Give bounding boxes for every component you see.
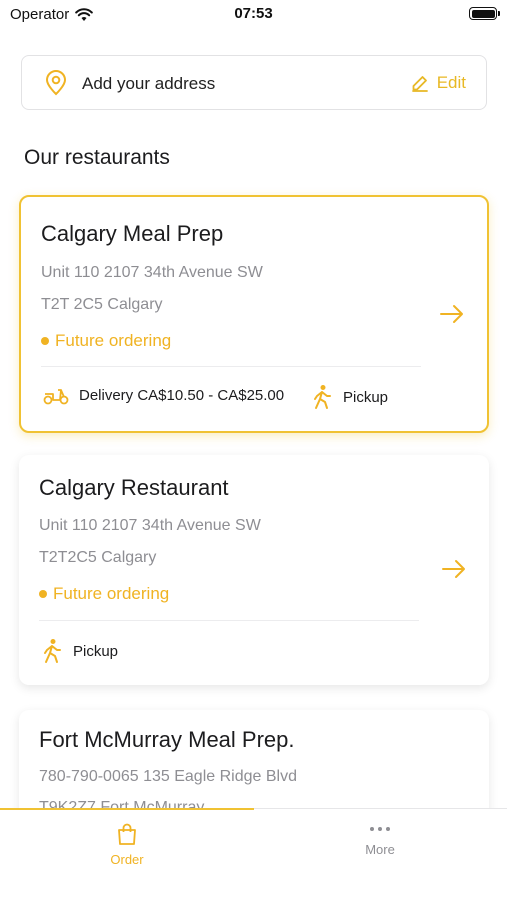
restaurant-card[interactable]: Calgary Restaurant Unit 110 2107 34th Av… [19, 455, 489, 685]
restaurant-address-line1: 780-790-0065 135 Eagle Ridge Blvd [39, 768, 297, 785]
address-placeholder: Add your address [82, 74, 216, 93]
future-ordering-status: Future ordering [39, 584, 169, 604]
restaurant-address-line2: T2T 2C5 Calgary [41, 296, 163, 313]
pencil-icon [411, 76, 428, 92]
pickup-label: Pickup [73, 642, 119, 660]
restaurant-card[interactable]: Calgary Meal Prep Unit 110 2107 34th Ave… [19, 195, 489, 433]
tab-order[interactable]: Order [0, 822, 254, 867]
tab-order-label: Order [110, 852, 144, 867]
restaurant-name: Calgary Restaurant [39, 475, 229, 500]
restaurant-name: Calgary Meal Prep [41, 221, 224, 246]
edit-label: Edit [436, 73, 466, 92]
scooter-icon [43, 389, 69, 405]
delivery-option: Delivery CA$10.50 - CA$25.00 [43, 384, 284, 406]
battery-icon [469, 7, 500, 20]
restaurant-address-line2: T2T2C5 Calgary [39, 549, 157, 566]
walking-person-icon [44, 639, 61, 663]
restaurant-address-line1: Unit 110 2107 34th Avenue SW [39, 517, 261, 534]
status-dot [39, 590, 47, 598]
tab-more-label: More [365, 842, 395, 857]
status-label: Future ordering [55, 331, 172, 350]
pickup-label: Pickup [343, 388, 389, 406]
tab-indicator [0, 808, 254, 810]
edit-address-button[interactable]: Edit [411, 73, 466, 93]
arrow-right-icon[interactable] [439, 304, 465, 324]
future-ordering-status: Future ordering [41, 331, 171, 351]
restaurant-address-line1: Unit 110 2107 34th Avenue SW [41, 264, 263, 281]
location-pin-icon [45, 70, 67, 96]
status-bar: Operator 07:53 [0, 0, 507, 30]
pickup-option: Pickup [41, 638, 118, 664]
delivery-label: Delivery CA$10.50 - CA$25.00 [79, 386, 285, 404]
arrow-right-icon[interactable] [441, 559, 467, 579]
shopping-bag-icon [118, 823, 136, 845]
more-dots-icon [370, 827, 390, 831]
tab-more[interactable]: More [253, 822, 507, 857]
divider [41, 366, 421, 367]
walking-person-icon [314, 385, 331, 409]
status-label: Future ordering [53, 584, 170, 603]
status-dot [41, 337, 49, 345]
address-card[interactable]: Add your address Edit [21, 55, 487, 110]
status-time: 07:53 [234, 5, 273, 22]
section-title: Our restaurants [24, 146, 170, 169]
restaurant-name: Fort McMurray Meal Prep. [39, 727, 295, 752]
pickup-option: Pickup [311, 384, 388, 410]
divider [39, 620, 419, 621]
